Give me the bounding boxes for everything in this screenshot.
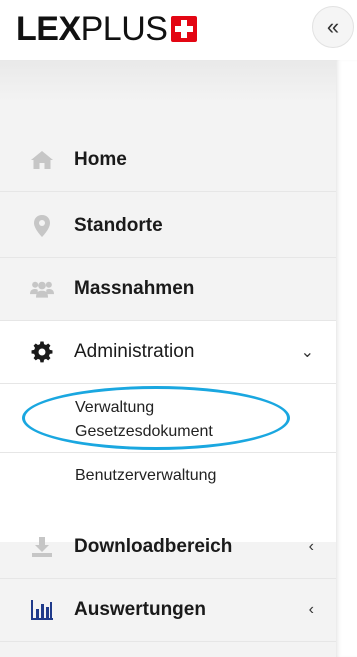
- sidebar-item-label: Home: [74, 149, 127, 170]
- chevron-down-icon: ⌄: [300, 344, 314, 361]
- map-marker-icon: [30, 214, 54, 238]
- page: LEX PLUS « Home Standorte Massnahmen Adm…: [0, 0, 357, 657]
- chevron-left-icon: ‹: [308, 538, 314, 555]
- collapse-sidebar-button[interactable]: «: [312, 6, 354, 48]
- sidebar-top-shade: [0, 60, 336, 100]
- submenu-item-label-line1: Verwaltung: [75, 399, 155, 416]
- submenu-item-verwaltung-gesetzesdokument[interactable]: Verwaltung Gesetzesdokument: [75, 396, 213, 444]
- swiss-cross-icon: [171, 16, 198, 42]
- main-content-edge: [336, 60, 357, 657]
- lexplus-logo[interactable]: LEX PLUS: [16, 10, 198, 48]
- sidebar-item-label: Administration: [74, 341, 195, 362]
- logo-text-plus: PLUS: [80, 10, 168, 48]
- submenu-item-benutzerverwaltung[interactable]: Benutzerverwaltung: [75, 464, 216, 488]
- sidebar-item-label: Auswertungen: [74, 599, 206, 620]
- sidebar-item-standorte[interactable]: Standorte: [0, 195, 336, 258]
- logo-text-lex: LEX: [16, 10, 81, 48]
- top-bar: LEX PLUS «: [0, 0, 357, 60]
- home-icon: [30, 148, 54, 172]
- gear-icon: [30, 340, 54, 364]
- chevron-left-icon: ‹: [308, 601, 314, 618]
- submenu-item-label-line2: Gesetzesdokument: [75, 423, 213, 440]
- sidebar-item-label: Downloadbereich: [74, 536, 233, 557]
- double-chevron-left-icon: «: [326, 14, 340, 39]
- sidebar-item-administration[interactable]: Administration ⌄: [0, 321, 336, 384]
- sidebar-item-label: Massnahmen: [74, 278, 195, 299]
- submenu-divider: [0, 452, 336, 453]
- sidebar-item-home[interactable]: Home: [0, 129, 336, 192]
- users-icon: [30, 277, 54, 301]
- sidebar-item-auswertungen[interactable]: Auswertungen ‹: [0, 579, 336, 642]
- bar-chart-icon: [30, 598, 54, 622]
- download-icon: [30, 535, 54, 559]
- sidebar-item-label: Standorte: [74, 215, 163, 236]
- sidebar-item-massnahmen[interactable]: Massnahmen: [0, 258, 336, 321]
- sidebar-item-downloadbereich[interactable]: Downloadbereich ‹: [0, 516, 336, 579]
